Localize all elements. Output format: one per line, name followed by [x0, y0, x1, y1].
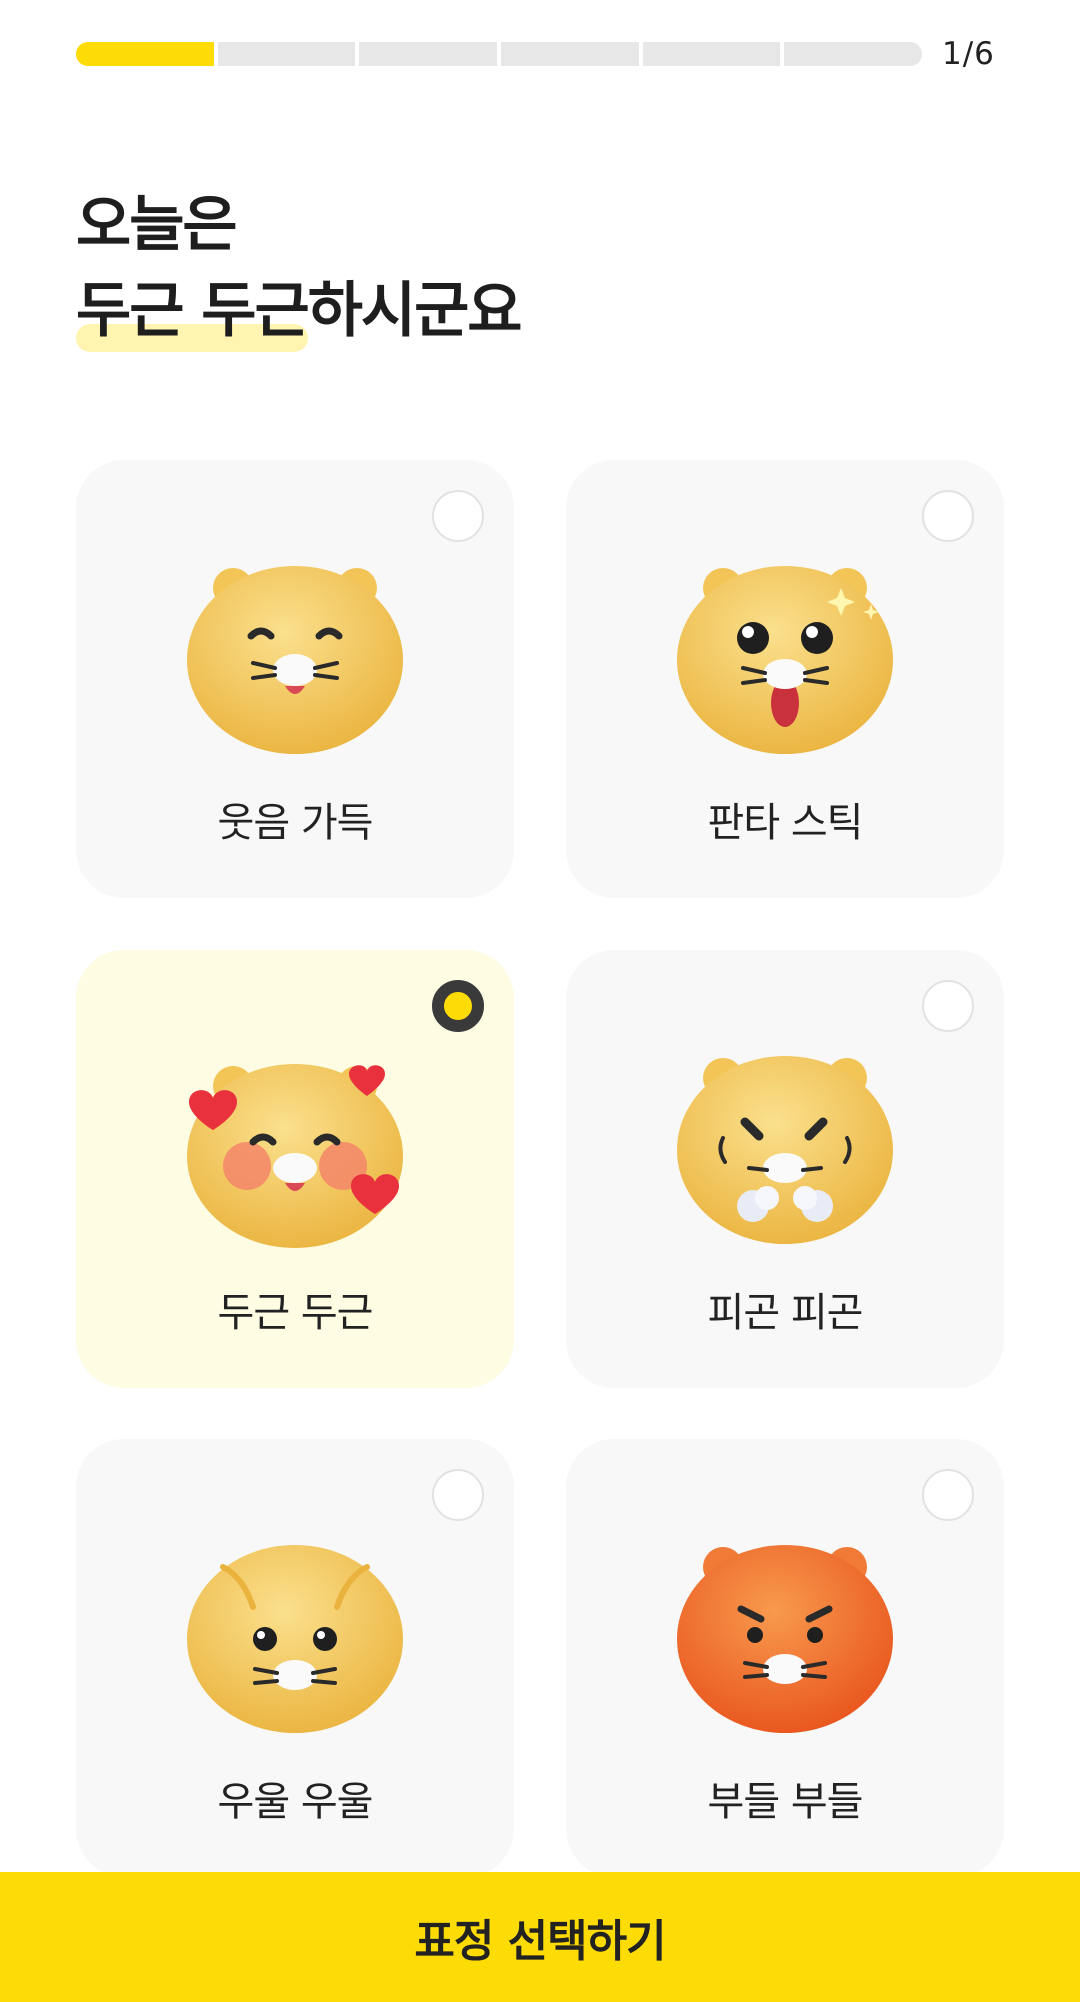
emotion-label: 피곤 피곤: [707, 1290, 864, 1336]
emotion-label: 판타 스틱: [707, 800, 864, 846]
radio-button[interactable]: [432, 1469, 484, 1521]
emotion-card-sad[interactable]: 우울 우울: [76, 1439, 514, 1877]
radio-button[interactable]: [922, 980, 974, 1032]
title-line-2: 두근 두근하시군요: [76, 268, 523, 354]
heart-face-icon: [187, 1064, 403, 1248]
title-rest: 하시군요: [307, 276, 523, 346]
radio-button[interactable]: [432, 490, 484, 542]
radio-button-selected[interactable]: [432, 980, 484, 1032]
radio-button[interactable]: [922, 490, 974, 542]
tired-face-icon: [677, 1056, 893, 1244]
select-expression-button[interactable]: 표정 선택하기: [0, 1872, 1080, 2002]
emotion-card-tired[interactable]: 피곤 피곤: [566, 950, 1004, 1388]
emotion-label: 우울 우울: [217, 1779, 374, 1825]
page-title: 오늘은 두근 두근하시군요: [76, 182, 523, 354]
emotion-card-fantastic[interactable]: 판타 스틱: [566, 460, 1004, 898]
title-highlight: 두근 두근: [76, 268, 310, 354]
progress-segment-6: [784, 42, 923, 66]
sad-face-icon: [187, 1545, 403, 1733]
progress-segment-4: [501, 42, 639, 66]
amazed-face-icon: [677, 566, 893, 754]
progress-segment-5: [642, 42, 781, 66]
emotion-card-heart[interactable]: 두근 두근: [76, 950, 514, 1388]
emotion-label: 두근 두근: [217, 1290, 374, 1336]
step-counter: 1/6: [942, 36, 995, 72]
progress-segment-3: [359, 42, 498, 66]
progress-segment-1: [76, 42, 214, 66]
emotion-label: 웃음 가득: [217, 800, 374, 846]
emotion-card-smile[interactable]: 웃음 가득: [76, 460, 514, 898]
emotion-card-angry[interactable]: 부들 부들: [566, 1439, 1004, 1877]
radio-button[interactable]: [922, 1469, 974, 1521]
progress-segment-2: [217, 42, 356, 66]
smiling-face-icon: [187, 566, 403, 754]
title-line-1: 오늘은: [76, 190, 238, 260]
emotion-label: 부들 부들: [707, 1779, 864, 1825]
progress-bar: [76, 42, 923, 66]
angry-face-icon: [677, 1545, 893, 1733]
